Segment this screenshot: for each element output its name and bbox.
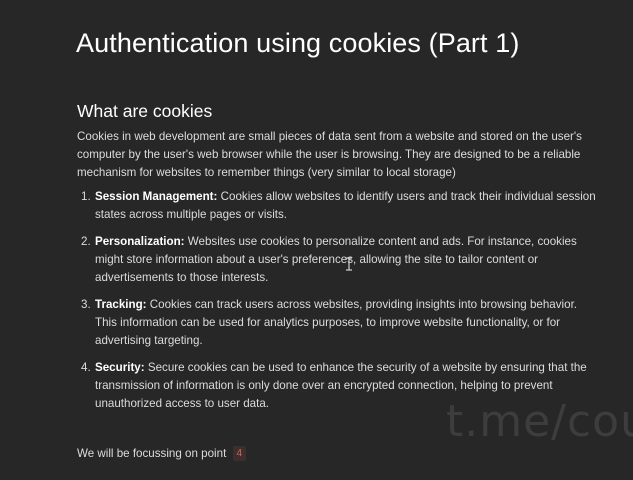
list-item-text: Cookies can track users across websites,… bbox=[95, 298, 578, 347]
intro-paragraph: Cookies in web development are small pie… bbox=[77, 130, 582, 179]
list-item-term: Security: bbox=[95, 361, 145, 374]
list-item-tracking: 3. Tracking: Cookies can track users acr… bbox=[77, 296, 600, 350]
list-item-term: Session Management: bbox=[95, 190, 218, 203]
watermark: t.me/cou bbox=[446, 396, 633, 447]
list-item-personalization: 2. Personalization: Websites use cookies… bbox=[77, 233, 600, 287]
footer-note: We will be focussing on point 4 bbox=[77, 446, 247, 461]
page-title: Authentication using cookies (Part 1) bbox=[76, 28, 520, 58]
list-number: 1. bbox=[81, 190, 91, 203]
list-item-session-management: 1. Session Management: Cookies allow web… bbox=[77, 188, 600, 224]
list-item-term: Personalization: bbox=[95, 235, 185, 248]
footer-text: We will be focussing on point bbox=[77, 447, 227, 460]
point-badge: 4 bbox=[232, 446, 247, 461]
list-number: 2. bbox=[81, 235, 91, 248]
list-number: 3. bbox=[81, 298, 91, 311]
section-heading: What are cookies bbox=[77, 101, 213, 121]
document-page: Authentication using cookies (Part 1) Wh… bbox=[0, 0, 633, 480]
list-item-term: Tracking: bbox=[95, 298, 147, 311]
text-cursor-icon bbox=[346, 257, 352, 271]
list-number: 4. bbox=[81, 361, 91, 374]
